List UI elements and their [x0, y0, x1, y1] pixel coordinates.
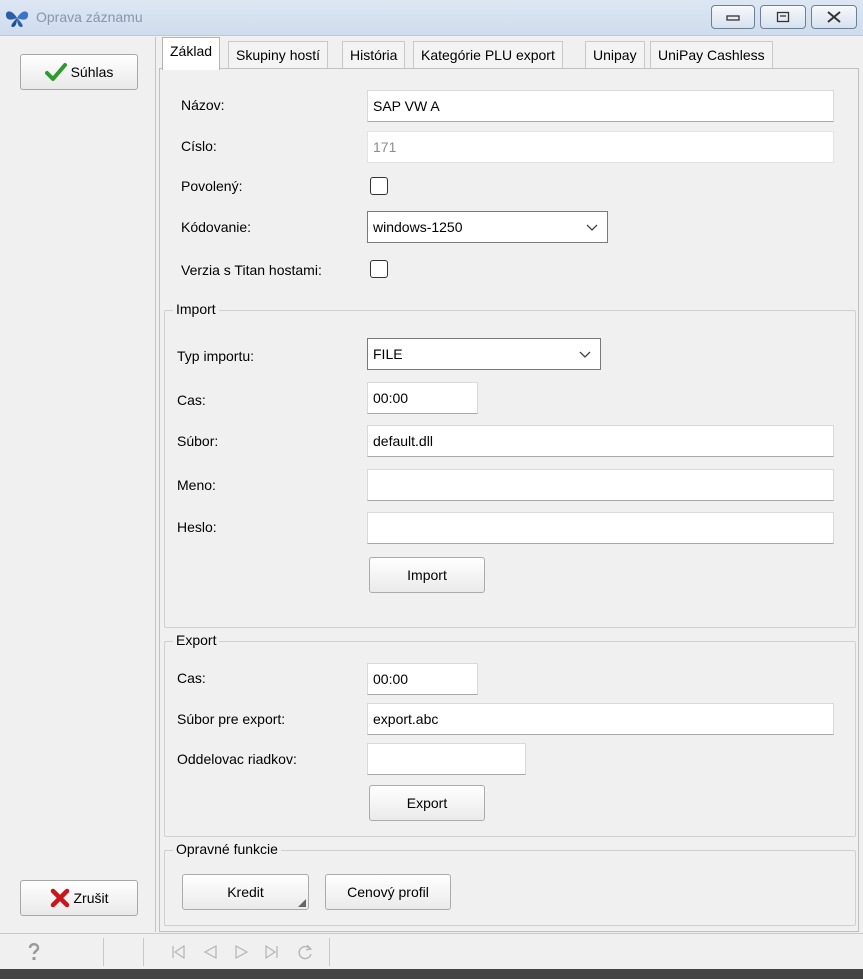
oddelovac-field[interactable] — [367, 743, 526, 775]
meno-label: Meno: — [177, 477, 216, 493]
tab-unipay-cashless[interactable]: UniPay Cashless — [650, 41, 773, 69]
red-x-icon — [50, 888, 69, 908]
status-bar — [0, 933, 863, 969]
question-mark-icon[interactable] — [27, 942, 41, 962]
tab-kategorie-plu-export[interactable]: Kategórie PLU export — [413, 41, 563, 69]
minimize-button[interactable] — [711, 5, 755, 29]
opravne-funkcie-group: Opravné funkcie Kredit Cenový profil — [164, 841, 856, 926]
ok-button[interactable]: Súhlas — [20, 54, 138, 90]
checkmark-icon — [44, 63, 67, 81]
typ-importu-label: Typ importu: — [177, 348, 255, 364]
import-cas-label: Cas: — [177, 392, 206, 408]
left-panel: Súhlas Zrušit — [2, 37, 156, 932]
typ-importu-value: FILE — [373, 346, 403, 362]
cancel-button[interactable]: Zrušit — [20, 880, 138, 916]
ok-button-label: Súhlas — [70, 64, 114, 80]
meno-field[interactable] — [367, 469, 834, 501]
kodovanie-select[interactable]: windows-1250 — [367, 211, 608, 243]
import-cas-field[interactable]: 00:00 — [367, 382, 478, 414]
status-separator — [143, 938, 144, 966]
import-group: Import Typ importu: FILE Cas: 00:00 Súbo… — [164, 301, 856, 628]
typ-importu-select[interactable]: FILE — [367, 338, 601, 370]
first-record-icon[interactable] — [170, 944, 186, 960]
tab-zaklad[interactable]: Základ — [162, 37, 221, 70]
next-record-icon[interactable] — [234, 944, 250, 960]
kodovanie-value: windows-1250 — [373, 219, 463, 235]
heslo-field[interactable] — [367, 512, 834, 544]
oddelovac-label: Oddelovac riadkov: — [177, 751, 297, 767]
dropdown-grip-icon — [298, 899, 306, 907]
last-record-icon[interactable] — [264, 944, 280, 960]
cislo-label: Císlo: — [181, 138, 217, 154]
nazov-field[interactable]: SAP VW A — [367, 90, 834, 122]
export-group: Export Cas: 00:00 Súbor pre export: expo… — [164, 632, 856, 837]
kodovanie-label: Kódovanie: — [181, 219, 252, 235]
import-subor-field[interactable]: default.dll — [367, 425, 834, 457]
maximize-icon — [776, 11, 790, 23]
nazov-label: Názov: — [181, 97, 225, 113]
kredit-button-label: Kredit — [227, 884, 264, 900]
window-title: Oprava záznamu — [36, 9, 143, 25]
import-group-title: Import — [173, 301, 219, 317]
export-cas-field[interactable]: 00:00 — [367, 663, 478, 695]
tab-historia[interactable]: História — [342, 41, 406, 69]
export-button[interactable]: Export — [369, 785, 485, 821]
title-bar: Oprava záznamu — [0, 0, 863, 36]
import-subor-label: Súbor: — [177, 433, 219, 449]
minimize-icon — [726, 15, 740, 21]
subor-pre-export-field[interactable]: export.abc — [367, 703, 834, 735]
butterfly-icon — [5, 11, 29, 27]
cancel-button-label: Zrušit — [73, 890, 109, 906]
kredit-button[interactable]: Kredit — [182, 874, 309, 910]
povoleny-label: Povolený: — [181, 178, 243, 194]
close-button[interactable] — [811, 5, 857, 29]
refresh-icon[interactable] — [296, 943, 314, 961]
import-button[interactable]: Import — [369, 557, 485, 593]
export-group-title: Export — [173, 632, 220, 648]
tab-unipay[interactable]: Unipay — [585, 41, 645, 69]
prev-record-icon[interactable] — [202, 944, 218, 960]
maximize-button[interactable] — [760, 5, 806, 29]
close-icon — [827, 11, 841, 23]
subor-pre-export-label: Súbor pre export: — [177, 711, 286, 727]
cislo-field: 171 — [367, 131, 834, 163]
status-separator — [103, 938, 104, 966]
status-separator — [329, 938, 330, 966]
heslo-label: Heslo: — [177, 519, 217, 535]
povoleny-checkbox[interactable] — [370, 177, 388, 195]
chevron-down-icon — [586, 224, 598, 231]
cenovy-profil-button[interactable]: Cenový profil — [325, 874, 451, 910]
tab-panel-zaklad: Názov: SAP VW A Císlo: 171 Povolený: Kód… — [159, 68, 859, 932]
window-bottom-edge — [0, 969, 863, 979]
tab-skupiny-hosti[interactable]: Skupiny hostí — [228, 41, 329, 69]
opravne-funkcie-group-title: Opravné funkcie — [173, 841, 281, 857]
verzia-checkbox[interactable] — [370, 260, 388, 278]
verzia-label: Verzia s Titan hostami: — [181, 262, 322, 278]
chevron-down-icon — [579, 351, 591, 358]
export-cas-label: Cas: — [177, 670, 206, 686]
